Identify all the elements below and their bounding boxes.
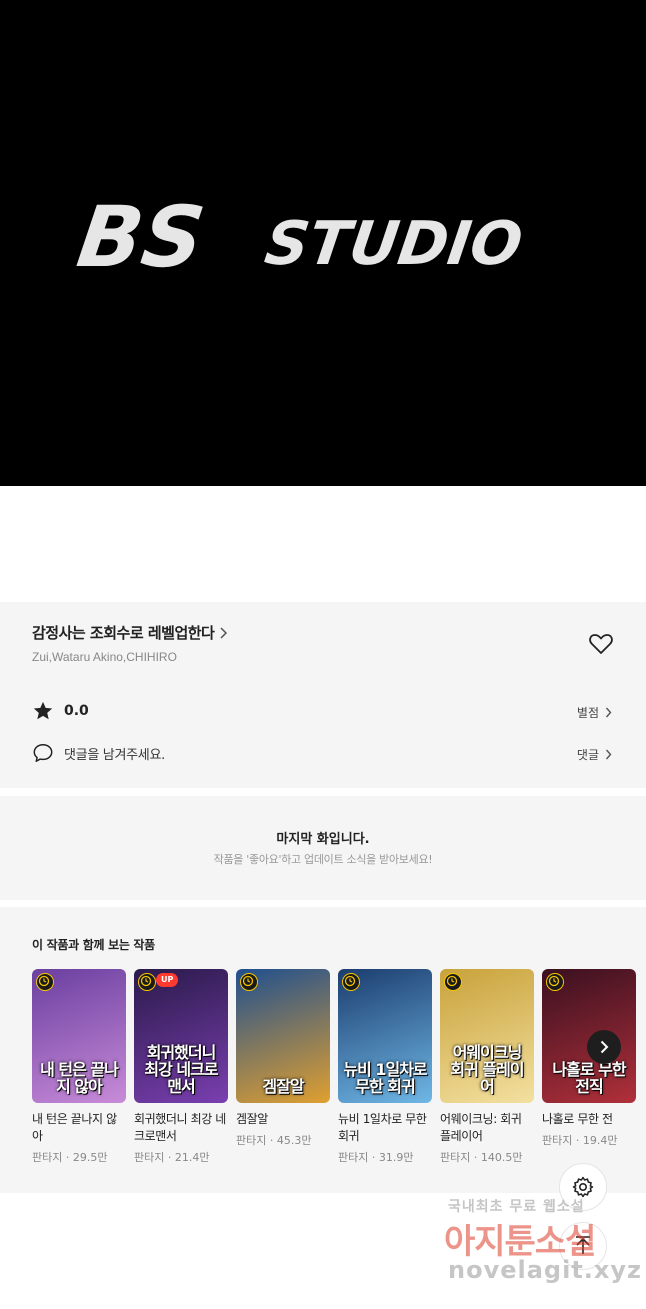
clock-icon	[546, 973, 564, 991]
rating-value: 0.0	[64, 703, 89, 719]
star-icon	[33, 701, 53, 720]
scroll-top-button[interactable]	[559, 1222, 607, 1270]
comments-link-label: 댓글	[576, 748, 599, 762]
recommendation-card[interactable]: 나홀로 무한전직나홀로 무한 전판타지 · 19.4만	[542, 969, 636, 1148]
comment-prompt: 댓글을 남겨주세요.	[64, 747, 165, 763]
clock-icon	[36, 973, 54, 991]
chevron-right-icon	[605, 749, 612, 760]
bs-studio-logo: BS STUDIO	[72, 188, 527, 286]
comment-row[interactable]: 댓글을 남겨주세요.	[32, 742, 165, 764]
cover-thumbnail: 내 턴은 끝나지 않아	[32, 969, 126, 1103]
rate-link-label: 별점	[576, 706, 599, 720]
recommendations-section: 이 작품과 함께 보는 작품 내 턴은 끝나지 않아 내 턴은 끝나지 않아 판타지…	[0, 907, 646, 1193]
gear-icon	[572, 1176, 594, 1198]
comments-link[interactable]: 댓글	[577, 746, 612, 763]
settings-button[interactable]	[559, 1163, 607, 1211]
cover-title-art: 나홀로 무한전직	[552, 1060, 626, 1096]
rate-link[interactable]: 별점	[577, 704, 612, 721]
card-meta: 판타지 · 45.3만	[236, 1134, 312, 1147]
comment-icon	[33, 744, 53, 762]
svg-text:STUDIO: STUDIO	[261, 209, 527, 279]
recommendation-card[interactable]: 어웨이크닝 회귀 플레이어어웨이크닝: 회귀 플레이어판타지 · 140.5만	[440, 969, 534, 1165]
recommendations-title: 이 작품과 함께 보는 작품	[32, 938, 155, 952]
series-title-link[interactable]: 감정사는 조회수로 레벨업한다	[32, 622, 228, 643]
cover-thumbnail: 나홀로 무한전직	[542, 969, 636, 1103]
cover-title-art: 회귀했더니 최강 네크로맨서	[144, 1043, 218, 1096]
cover-title-art: 겜잘알	[262, 1077, 304, 1096]
chevron-right-icon	[220, 626, 228, 639]
card-meta: 판타지 · 29.5만	[32, 1151, 108, 1164]
last-episode-title: 마지막 화입니다.	[276, 832, 370, 847]
cover-title-art: 내 턴은 끝나지 않아	[40, 1060, 119, 1096]
cover-thumbnail: 어웨이크닝 회귀 플레이어	[440, 969, 534, 1103]
card-title: 내 턴은 끝나지 않아	[32, 1112, 117, 1143]
clock-icon	[138, 973, 156, 991]
card-title: 뉴비 1일차로 무한 회귀	[338, 1112, 427, 1143]
recommendation-card[interactable]: 뉴비 1일차로 무한 회귀 뉴비 1일차로 무한 회귀 판타지 · 31.9만	[338, 969, 432, 1165]
up-badge: UP	[156, 973, 179, 987]
clock-icon	[342, 973, 360, 991]
series-authors: Zui,Wataru Akino,CHIHIRO	[32, 650, 177, 664]
card-title: 겜잘알	[236, 1112, 268, 1126]
series-title: 감정사는 조회수로 레벨업한다	[32, 624, 215, 642]
site-watermark: 국내최초 무료 웹소설 아지툰소설 novelagit.xyz	[440, 1196, 643, 1306]
clock-icon	[444, 973, 462, 991]
card-title: 어웨이크닝: 회귀 플레이어	[440, 1112, 522, 1143]
card-meta: 판타지 · 19.4만	[542, 1134, 618, 1147]
watermark-line3: novelagit.xyz	[448, 1256, 643, 1284]
svg-text:BS: BS	[72, 188, 210, 286]
cover-title-art: 뉴비 1일차로 무한 회귀	[343, 1060, 427, 1096]
last-episode-subtitle: 작품을 '좋아요'하고 업데이트 소식을 받아보세요!	[213, 853, 433, 866]
recommendation-card[interactable]: 내 턴은 끝나지 않아 내 턴은 끝나지 않아 판타지 · 29.5만	[32, 969, 126, 1165]
episode-image-banner: BS STUDIO	[0, 0, 646, 486]
last-episode-notice: 마지막 화입니다. 작품을 '좋아요'하고 업데이트 소식을 받아보세요!	[0, 796, 646, 900]
cover-thumbnail: UP 회귀했더니 최강 네크로맨서	[134, 969, 228, 1103]
card-meta: 판타지 · 140.5만	[440, 1151, 523, 1164]
recommendation-card[interactable]: UP 회귀했더니 최강 네크로맨서 회귀했더니 최강 네크로맨서 판타지 · 21.4…	[134, 969, 228, 1165]
card-title: 나홀로 무한 전	[542, 1112, 613, 1126]
card-title: 회귀했더니 최강 네크로맨서	[134, 1112, 226, 1143]
heart-icon[interactable]	[588, 632, 614, 656]
arrow-up-icon	[576, 1236, 590, 1254]
cover-title-art: 어웨이크닝 회귀 플레이어	[450, 1043, 524, 1096]
carousel-next-button[interactable]	[587, 1030, 621, 1064]
rating-row: 0.0	[32, 700, 89, 722]
chevron-right-icon	[600, 1040, 609, 1054]
cover-thumbnail: 겜잘알	[236, 969, 330, 1103]
card-meta: 판타지 · 31.9만	[338, 1151, 414, 1164]
recommendation-card[interactable]: 겜잘알 겜잘알 판타지 · 45.3만	[236, 969, 330, 1148]
card-meta: 판타지 · 21.4만	[134, 1151, 210, 1164]
cover-thumbnail: 뉴비 1일차로 무한 회귀	[338, 969, 432, 1103]
chevron-right-icon	[605, 707, 612, 718]
clock-icon	[240, 973, 258, 991]
